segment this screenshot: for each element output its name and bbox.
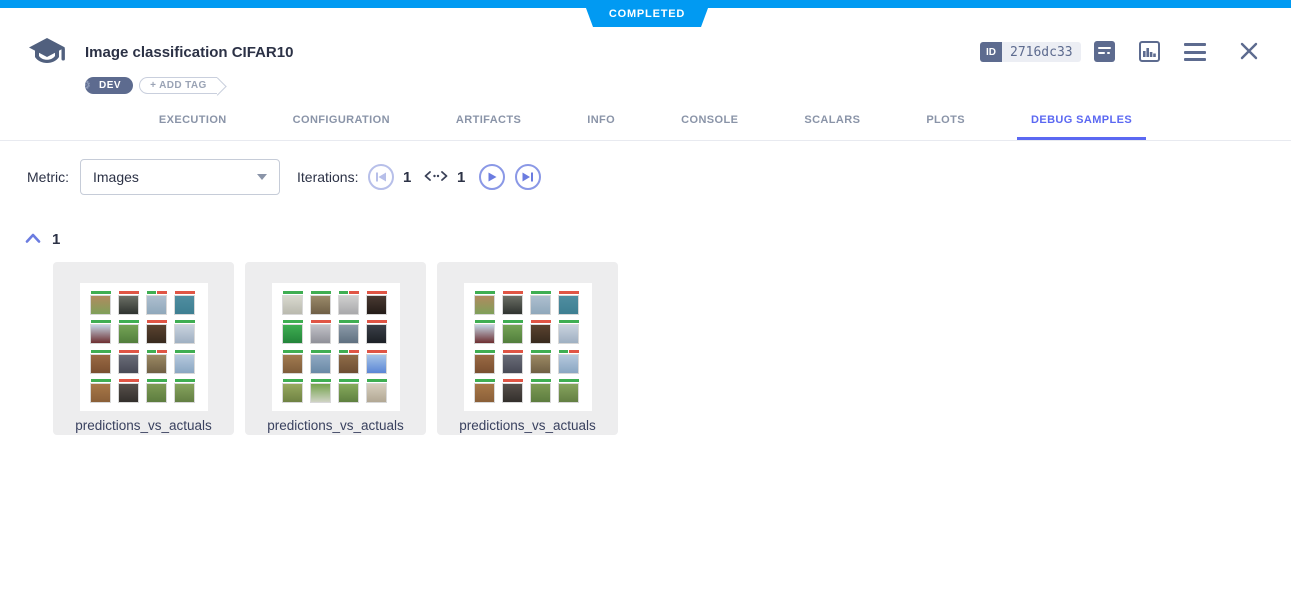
- cifar-tile: [365, 320, 389, 344]
- tab-plots[interactable]: PLOTS: [912, 104, 979, 140]
- cifar-tile: [365, 379, 389, 403]
- cifar-tile: [89, 379, 113, 403]
- cifar-tile: [337, 379, 361, 403]
- gear-icon: ⚙: [85, 78, 91, 92]
- prev-iteration-button[interactable]: [368, 164, 394, 190]
- debug-sample-card[interactable]: predictions_vs_actuals: [437, 262, 618, 435]
- cifar-tile: [117, 379, 141, 403]
- cifar-tile: [281, 291, 305, 315]
- cifar-tile: [557, 291, 581, 315]
- cifar-tile: [529, 320, 553, 344]
- cifar-tile: [529, 379, 553, 403]
- cifar-tile: [529, 291, 553, 315]
- cifar-tile: [337, 320, 361, 344]
- cifar-tile: [117, 291, 141, 315]
- iteration-range-icon: [424, 171, 448, 181]
- sample-title: predictions_vs_actuals: [459, 418, 596, 433]
- experiment-logo-icon: [27, 37, 67, 70]
- tab-console[interactable]: CONSOLE: [667, 104, 752, 140]
- cifar-tile: [557, 320, 581, 344]
- cifar-tile: [281, 350, 305, 374]
- tab-configuration[interactable]: CONFIGURATION: [279, 104, 404, 140]
- collapse-section-icon[interactable]: [25, 233, 41, 243]
- experiment-title: Image classification CIFAR10: [85, 44, 293, 61]
- cifar-tile: [145, 320, 169, 344]
- debug-sample-card[interactable]: predictions_vs_actuals: [53, 262, 234, 435]
- experiment-id-badge[interactable]: ID 2716dc33: [980, 42, 1081, 62]
- cifar-tile: [473, 379, 497, 403]
- cifar-tile: [281, 320, 305, 344]
- cifar-tile: [365, 291, 389, 315]
- sample-thumbnail-grid: [272, 283, 400, 411]
- cifar-tile: [173, 379, 197, 403]
- metric-select-value: Images: [93, 169, 257, 185]
- cifar-tile: [173, 350, 197, 374]
- cifar-tile: [529, 350, 553, 374]
- cifar-tile: [309, 379, 333, 403]
- id-value: 2716dc33: [1002, 42, 1081, 62]
- cifar-tile: [473, 320, 497, 344]
- cifar-tile: [337, 291, 361, 315]
- sample-thumbnail-grid: [464, 283, 592, 411]
- cifar-tile: [145, 379, 169, 403]
- sample-title: predictions_vs_actuals: [75, 418, 212, 433]
- last-iteration-button[interactable]: [515, 164, 541, 190]
- cifar-tile: [117, 320, 141, 344]
- cifar-tile: [309, 320, 333, 344]
- close-icon[interactable]: [1239, 41, 1259, 61]
- debug-sample-card[interactable]: predictions_vs_actuals: [245, 262, 426, 435]
- metric-label: Metric:: [27, 169, 69, 185]
- cifar-tile: [501, 350, 525, 374]
- cifar-tile: [501, 379, 525, 403]
- iterations-label: Iterations:: [297, 169, 358, 185]
- cifar-tile: [557, 379, 581, 403]
- cifar-tile: [117, 350, 141, 374]
- tab-debug-samples[interactable]: DEBUG SAMPLES: [1017, 104, 1146, 140]
- tag-row: ⚙ DEV + ADD TAG: [85, 77, 227, 94]
- cifar-tile: [557, 350, 581, 374]
- chevron-down-icon: [257, 174, 267, 180]
- cifar-tile: [309, 291, 333, 315]
- menu-icon[interactable]: [1184, 43, 1206, 61]
- cifar-tile: [89, 350, 113, 374]
- tag-dev[interactable]: ⚙ DEV: [85, 77, 133, 94]
- tab-info[interactable]: INFO: [573, 104, 629, 140]
- cifar-tile: [501, 320, 525, 344]
- cifar-tile: [89, 291, 113, 315]
- cifar-tile: [473, 291, 497, 315]
- status-ribbon-label: COMPLETED: [609, 8, 685, 20]
- debug-samples-row: predictions_vs_actuals predictions_vs_act…: [53, 262, 618, 435]
- cifar-tile: [501, 291, 525, 315]
- cifar-tile: [281, 379, 305, 403]
- cifar-tile: [173, 291, 197, 315]
- sample-thumbnail-grid: [80, 283, 208, 411]
- next-iteration-button[interactable]: [479, 164, 505, 190]
- add-tag-button[interactable]: + ADD TAG: [139, 77, 217, 94]
- metric-select[interactable]: Images: [80, 159, 280, 195]
- iteration-group-label: 1: [52, 231, 60, 248]
- status-ribbon: COMPLETED: [583, 0, 711, 27]
- cifar-tile: [337, 350, 361, 374]
- app-frame: COMPLETED Image classification CIFAR10 ⚙…: [0, 0, 1291, 595]
- details-panel-icon[interactable]: [1094, 41, 1115, 62]
- cifar-tile: [173, 320, 197, 344]
- tab-scalars[interactable]: SCALARS: [790, 104, 874, 140]
- mini-histogram-icon: [1143, 47, 1156, 57]
- image-preview-icon[interactable]: [1139, 41, 1160, 62]
- tab-artifacts[interactable]: ARTIFACTS: [442, 104, 535, 140]
- cifar-tile: [365, 350, 389, 374]
- cifar-tile: [145, 291, 169, 315]
- cifar-tile: [309, 350, 333, 374]
- id-label: ID: [980, 42, 1002, 62]
- cifar-tile: [145, 350, 169, 374]
- sample-title: predictions_vs_actuals: [267, 418, 404, 433]
- tab-execution[interactable]: EXECUTION: [145, 104, 241, 140]
- cifar-tile: [89, 320, 113, 344]
- cifar-tile: [473, 350, 497, 374]
- tab-bar: EXECUTION CONFIGURATION ARTIFACTS INFO CONSO…: [0, 104, 1291, 141]
- iteration-start-value: 1: [403, 169, 411, 186]
- iteration-end-value: 1: [457, 169, 465, 186]
- tag-dev-label: DEV: [99, 80, 121, 91]
